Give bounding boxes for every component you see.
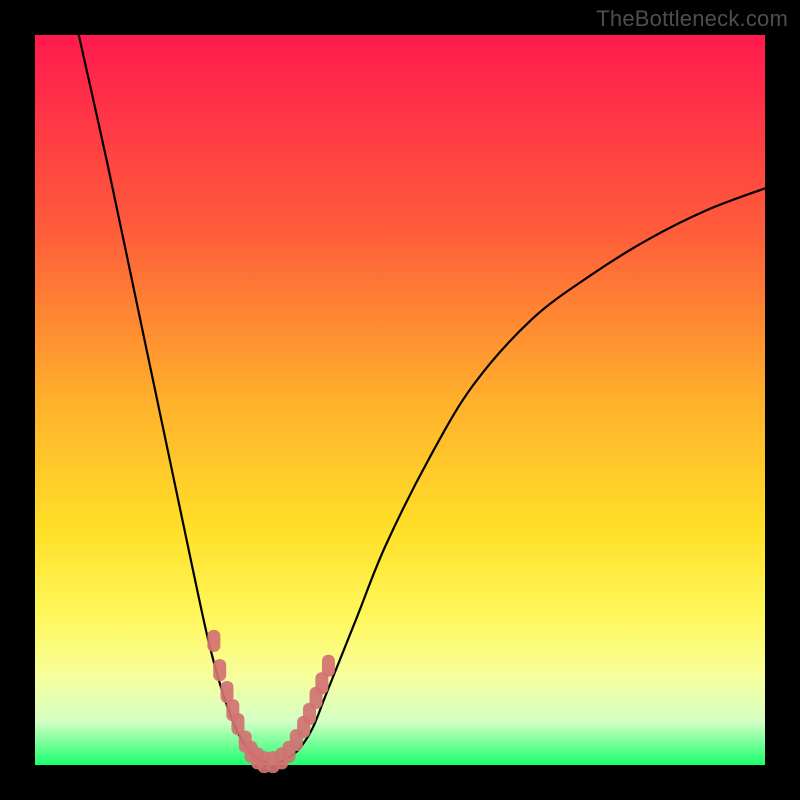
marker-group <box>207 630 335 773</box>
right-curve <box>276 188 765 763</box>
overlay-marker <box>213 659 226 681</box>
curve-layer <box>35 35 765 765</box>
chart-frame: TheBottleneck.com <box>0 0 800 800</box>
watermark-text: TheBottleneck.com <box>596 6 788 32</box>
plot-area <box>35 35 765 765</box>
overlay-marker <box>322 655 335 677</box>
left-curve <box>79 35 269 763</box>
overlay-marker <box>207 630 220 652</box>
